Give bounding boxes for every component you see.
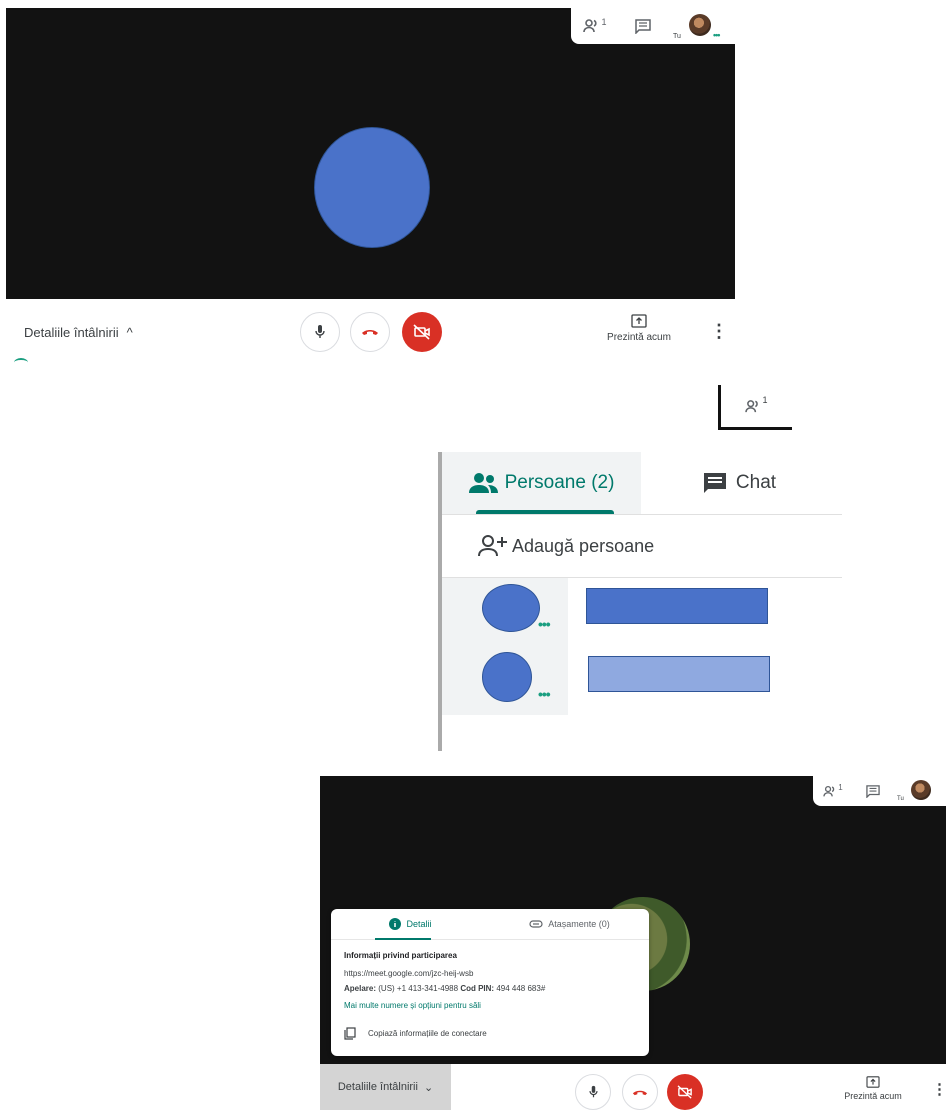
meeting-details-label: Detaliile întâlnirii <box>24 325 119 340</box>
status-dots: ••• <box>713 30 721 40</box>
camera-off-button[interactable] <box>667 1074 703 1110</box>
self-avatar <box>911 780 931 800</box>
people-count: 1 <box>601 17 607 27</box>
pin-value: 494 448 683# <box>496 984 546 993</box>
chevron-up-icon: ^ <box>126 325 133 340</box>
phone-hangup-icon <box>362 330 378 335</box>
present-now-label: Prezintă acum <box>844 1091 902 1101</box>
you-label: Tu <box>673 33 681 40</box>
present-now-label: Prezintă acum <box>607 332 671 343</box>
tab-chat-label: Chat <box>735 472 777 493</box>
participant-list: ••• ••• <box>442 578 842 715</box>
present-screen-icon <box>631 314 647 328</box>
chat-icon <box>703 473 726 493</box>
chat-button[interactable] <box>853 776 893 806</box>
dial-label: Apelare: <box>344 984 377 993</box>
participant-name-redacted <box>586 588 768 624</box>
present-screen-icon <box>866 1076 880 1088</box>
meeting-details-label: Detaliile întâlnirii <box>337 1081 418 1093</box>
person-add-icon <box>478 535 507 557</box>
status-dots: ••• <box>538 686 551 702</box>
self-view[interactable]: Tu <box>893 776 946 806</box>
list-item[interactable]: ••• <box>442 646 838 715</box>
section-title: Informații privind participarea <box>344 951 457 960</box>
people-icon <box>745 399 759 412</box>
more-options-button[interactable]: ⋮ <box>932 1082 946 1097</box>
people-panel: Persoane (2) Chat Adaugă persoane ••• ••… <box>438 452 842 751</box>
add-people-row[interactable]: Adaugă persoane <box>442 515 842 578</box>
tab-chat[interactable]: Chat <box>641 452 837 514</box>
avatar <box>482 652 532 702</box>
call-topbar: 1 Tu <box>813 776 946 806</box>
chevron-down-icon: ⌄ <box>423 1081 434 1094</box>
people-button-zoom[interactable]: 1 <box>718 385 792 430</box>
people-icon <box>583 19 598 33</box>
self-avatar <box>689 14 711 36</box>
hang-up-button[interactable] <box>622 1074 658 1110</box>
pin-label: Cod PIN: <box>460 984 495 993</box>
camera-off-button[interactable] <box>402 312 442 352</box>
more-vert-icon: ⋮ <box>932 1081 946 1098</box>
present-now-button[interactable]: Prezintă acum <box>600 314 678 343</box>
meeting-details-card: Detalii Atașamente (0) Informații privin… <box>331 909 649 1056</box>
tab-details-label: Detalii <box>406 919 432 929</box>
details-tabs: Detalii Atașamente (0) <box>331 909 649 940</box>
meeting-details-toggle[interactable]: Detaliile întâlnirii ⌄ <box>320 1064 451 1110</box>
meeting-url[interactable]: https://meet.google.com/jzc-heij-wsb <box>344 969 473 978</box>
participant-avatar <box>314 127 430 248</box>
more-vert-icon: ⋮ <box>710 321 728 341</box>
loading-indicator-icon <box>14 358 28 367</box>
tab-attachments[interactable]: Atașamente (0) <box>490 909 649 939</box>
people-icon <box>823 785 835 796</box>
add-people-label: Adaugă persoane <box>512 535 655 556</box>
people-button[interactable]: 1 <box>813 776 853 806</box>
copy-info-label: Copiază informațiile de conectare <box>368 1029 487 1038</box>
mic-button[interactable] <box>300 312 340 352</box>
copy-icon <box>344 1027 356 1040</box>
meeting-details-toggle[interactable]: Detaliile întâlnirii ^ <box>24 325 133 340</box>
mic-button[interactable] <box>575 1074 611 1110</box>
tab-attachments-label: Atașamente (0) <box>548 919 610 929</box>
phone-hangup-icon <box>632 1090 648 1095</box>
copy-info-button[interactable]: Copiază informațiile de conectare <box>344 1027 487 1040</box>
people-count: 1 <box>762 395 768 405</box>
chat-button[interactable] <box>619 8 667 44</box>
active-tab-indicator <box>476 510 614 514</box>
dial-in-line: Apelare: (US) +1 413-341-4988 Cod PIN: 4… <box>344 984 545 993</box>
people-icon <box>468 473 498 493</box>
attachment-icon <box>529 920 543 928</box>
microphone-icon <box>315 325 325 338</box>
tab-people[interactable]: Persoane (2) <box>442 452 641 514</box>
camera-off-icon <box>413 324 430 340</box>
dial-number: (US) +1 413-341-4988 <box>378 984 459 993</box>
people-count: 1 <box>838 783 843 792</box>
camera-off-icon <box>677 1085 692 1099</box>
tab-people-label: Persoane (2) <box>504 472 615 493</box>
you-label: Tu <box>897 796 904 802</box>
chat-icon <box>866 784 880 798</box>
present-now-button[interactable]: Prezintă acum <box>836 1076 910 1101</box>
microphone-icon <box>588 1085 598 1098</box>
avatar <box>482 584 540 632</box>
hang-up-button[interactable] <box>350 312 390 352</box>
active-tab-indicator <box>375 938 431 940</box>
list-item[interactable]: ••• <box>442 578 838 646</box>
chat-icon <box>635 18 651 34</box>
self-view[interactable]: Tu ••• <box>667 8 727 44</box>
more-numbers-link[interactable]: Mai multe numere și opțiuni pentru săli <box>344 1001 481 1010</box>
participant-name-redacted <box>588 656 770 692</box>
tab-details[interactable]: Detalii <box>331 909 490 940</box>
panel-tabs: Persoane (2) Chat <box>442 452 842 515</box>
status-dots: ••• <box>538 616 551 632</box>
more-options-button[interactable]: ⋮ <box>710 322 728 340</box>
people-button[interactable]: 1 <box>571 8 619 44</box>
call-topbar: 1 Tu ••• <box>571 8 735 44</box>
info-icon <box>389 918 402 930</box>
